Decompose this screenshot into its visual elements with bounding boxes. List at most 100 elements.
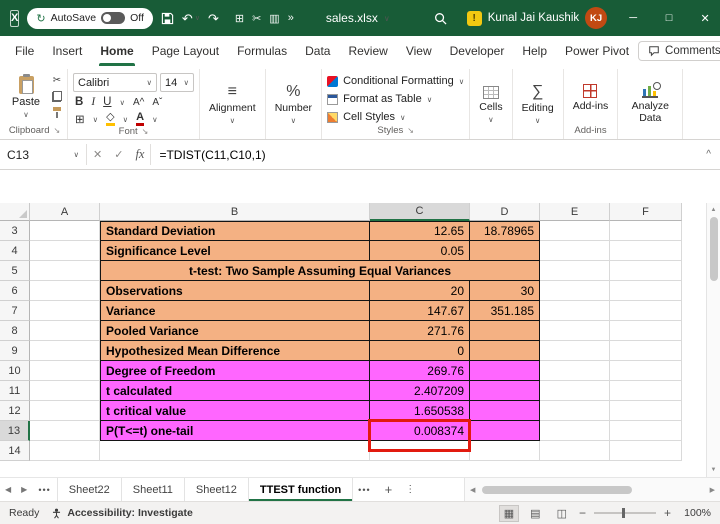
font-dialog-launcher-icon[interactable]: ↘ xyxy=(142,127,149,136)
cell-F7[interactable] xyxy=(610,301,682,321)
formula-input[interactable]: =TDIST(C11,C10,1) xyxy=(151,140,697,169)
cell-B4[interactable]: Significance Level xyxy=(100,241,370,261)
borders-button[interactable]: ⊞ xyxy=(75,112,85,126)
cell-A5[interactable] xyxy=(30,261,100,281)
cell-C8[interactable]: 271.76 xyxy=(370,321,470,341)
hscroll-right-icon[interactable]: ▶ xyxy=(705,486,720,494)
zoom-slider-thumb[interactable] xyxy=(622,508,625,518)
zoom-slider[interactable] xyxy=(594,512,656,514)
scroll-down-icon[interactable]: ▼ xyxy=(711,465,717,477)
underline-button[interactable]: U xyxy=(103,96,111,108)
cell-E6[interactable] xyxy=(540,281,610,301)
cell-B12[interactable]: t critical value xyxy=(100,401,370,421)
cell-C12[interactable]: 1.650538 xyxy=(370,401,470,421)
sheet-tab-sheet12[interactable]: Sheet12 xyxy=(184,478,249,501)
insert-function-icon[interactable]: fx xyxy=(129,140,150,169)
row-header-12[interactable]: 12 xyxy=(0,401,30,421)
cell-F10[interactable] xyxy=(610,361,682,381)
cell-C11[interactable]: 2.407209 xyxy=(370,381,470,401)
alignment-button[interactable]: ≡ Alignment ∨ xyxy=(205,70,260,139)
ribbon-tab-view[interactable]: View xyxy=(397,36,441,66)
cell-A11[interactable] xyxy=(30,381,100,401)
horizontal-scroll-thumb[interactable] xyxy=(482,486,632,494)
cell-D8[interactable] xyxy=(470,321,540,341)
paste-quick-icon[interactable]: ▥ xyxy=(269,12,279,25)
cell-D9[interactable] xyxy=(470,341,540,361)
cell-F6[interactable] xyxy=(610,281,682,301)
cell-C4[interactable]: 0.05 xyxy=(370,241,470,261)
accessibility-status[interactable]: Accessibility: Investigate xyxy=(51,507,192,519)
sheet-options-icon[interactable]: ⋮ xyxy=(400,478,420,501)
vertical-scroll-thumb[interactable] xyxy=(710,217,718,281)
more-sheets-right-button[interactable]: ••• xyxy=(352,478,376,501)
cell-F5[interactable] xyxy=(610,261,682,281)
row-header-4[interactable]: 4 xyxy=(0,241,30,261)
undo-dropdown-icon[interactable]: ∨ xyxy=(195,15,200,22)
cell-E9[interactable] xyxy=(540,341,610,361)
cell-A9[interactable] xyxy=(30,341,100,361)
undo-button[interactable]: ↶∨ xyxy=(182,12,200,25)
more-sheets-left-button[interactable]: ••• xyxy=(32,478,56,501)
scroll-up-icon[interactable]: ▲ xyxy=(711,203,717,215)
search-button[interactable] xyxy=(434,12,447,25)
fill-color-dropdown-icon[interactable]: ∨ xyxy=(123,115,129,124)
cell-E11[interactable] xyxy=(540,381,610,401)
increase-font-button[interactable]: A^ xyxy=(133,97,144,108)
hscroll-left-icon[interactable]: ◀ xyxy=(465,486,480,494)
row-header-5[interactable]: 5 xyxy=(0,261,30,281)
cell-C14[interactable] xyxy=(370,441,470,461)
cell-E7[interactable] xyxy=(540,301,610,321)
cell-E3[interactable] xyxy=(540,221,610,241)
ribbon-tab-help[interactable]: Help xyxy=(513,36,556,66)
vertical-scrollbar[interactable]: ▲ ▼ xyxy=(706,203,720,477)
font-name-select[interactable]: Calibri∨ xyxy=(73,73,157,92)
ribbon-tab-file[interactable]: File xyxy=(6,36,43,66)
clipboard-dialog-launcher-icon[interactable]: ↘ xyxy=(53,126,60,135)
cell-E12[interactable] xyxy=(540,401,610,421)
ribbon-tab-data[interactable]: Data xyxy=(296,36,339,66)
row-header-9[interactable]: 9 xyxy=(0,341,30,361)
cell-D10[interactable] xyxy=(470,361,540,381)
column-header-C[interactable]: C xyxy=(370,203,470,221)
enter-icon[interactable]: ✓ xyxy=(108,140,129,169)
format-painter-icon[interactable] xyxy=(52,107,62,118)
cell-F13[interactable] xyxy=(610,421,682,441)
sheet-tab-sheet22[interactable]: Sheet22 xyxy=(57,478,122,501)
ribbon-tab-power-pivot[interactable]: Power Pivot xyxy=(556,36,638,66)
sheet-nav-left-icon[interactable]: ◀ xyxy=(0,478,16,501)
column-header-F[interactable]: F xyxy=(610,203,682,221)
cell-B11[interactable]: t calculated xyxy=(100,381,370,401)
cell-D4[interactable] xyxy=(470,241,540,261)
row-header-7[interactable]: 7 xyxy=(0,301,30,321)
normal-view-button[interactable]: ▦ xyxy=(500,506,518,521)
redo-button[interactable]: ↷ xyxy=(208,12,219,25)
ribbon-tab-developer[interactable]: Developer xyxy=(441,36,514,66)
cell-A8[interactable] xyxy=(30,321,100,341)
autosave-switch[interactable] xyxy=(101,12,125,24)
file-name[interactable]: sales.xlsx ∨ xyxy=(326,11,390,25)
cell-B13[interactable]: P(T<=t) one-tail xyxy=(100,421,370,441)
bold-button[interactable]: B xyxy=(75,96,83,108)
cell-styles-button[interactable]: Cell Styles ∨ xyxy=(327,109,464,125)
cell-B7[interactable]: Variance xyxy=(100,301,370,321)
cell-D12[interactable] xyxy=(470,401,540,421)
zoom-in-button[interactable]: + xyxy=(664,506,671,520)
sheet-tab-sheet11[interactable]: Sheet11 xyxy=(121,478,185,501)
addins-button[interactable]: Add-ins xyxy=(569,70,613,125)
styles-dialog-launcher-icon[interactable]: ↘ xyxy=(407,126,414,135)
cell-E14[interactable] xyxy=(540,441,610,461)
cell-C3[interactable]: 12.65 xyxy=(370,221,470,241)
sheet-nav-right-icon[interactable]: ▶ xyxy=(16,478,32,501)
cell-C13[interactable]: 0.008374 xyxy=(370,421,470,441)
account-area[interactable]: ! Kunal Jai Kaushik KJ xyxy=(467,7,607,29)
page-layout-view-button[interactable]: ▤ xyxy=(526,506,544,521)
cell-E10[interactable] xyxy=(540,361,610,381)
cut-quick-icon[interactable]: ✂ xyxy=(252,12,261,25)
more-commands-icon[interactable]: » xyxy=(288,12,294,24)
minimize-button[interactable]: ─ xyxy=(615,0,651,36)
cell-F8[interactable] xyxy=(610,321,682,341)
cell-E8[interactable] xyxy=(540,321,610,341)
cell-A7[interactable] xyxy=(30,301,100,321)
page-break-view-button[interactable]: ◫ xyxy=(553,506,571,521)
sheet-tab-ttest-function[interactable]: TTEST function xyxy=(248,478,353,501)
